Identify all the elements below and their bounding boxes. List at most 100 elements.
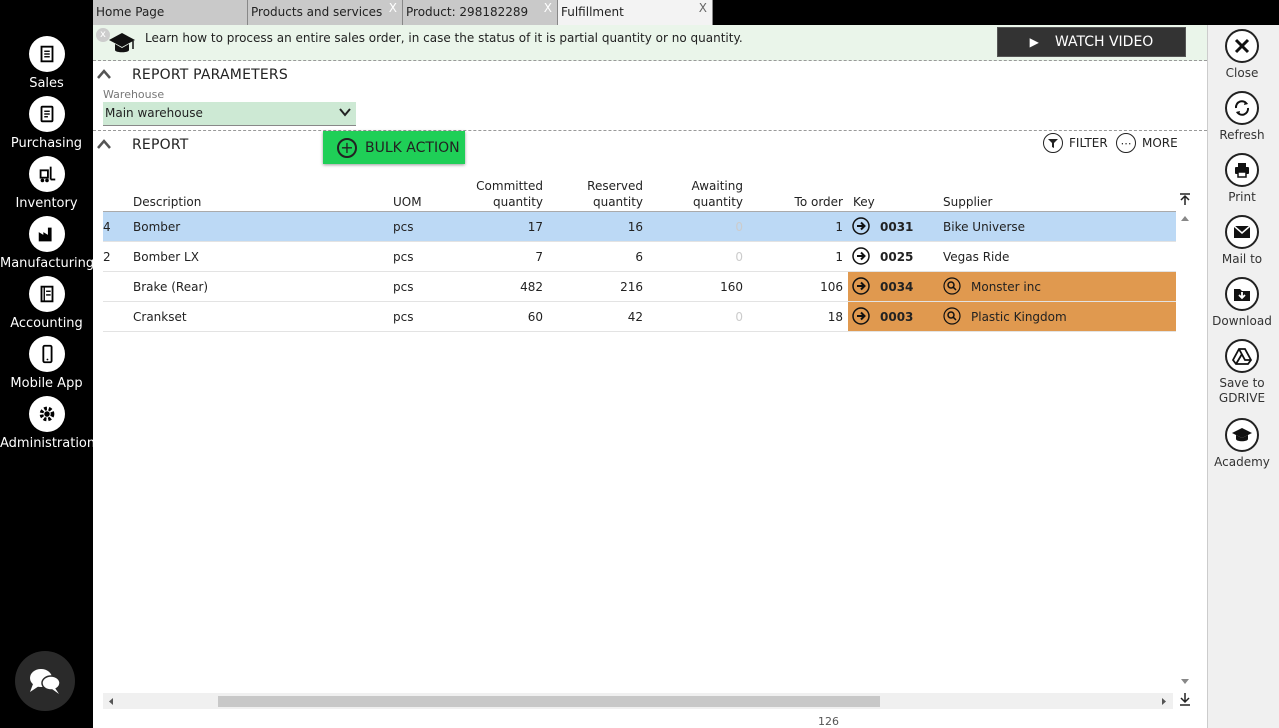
sidebar-item-label: Inventory [15, 196, 78, 211]
cell-description: Brake (Rear) [133, 280, 209, 294]
plus-icon: + [337, 137, 357, 158]
warehouse-label: Warehouse [103, 88, 165, 101]
tab-product[interactable]: Product: 298182289 X [403, 0, 558, 25]
more-button[interactable]: ⋯ MORE [1116, 133, 1178, 153]
close-button[interactable]: Close [1208, 29, 1276, 81]
vertical-scrollbar[interactable] [1178, 192, 1192, 706]
col-description[interactable]: Description [133, 194, 201, 210]
scroll-right-arrow-icon[interactable] [1161, 697, 1167, 706]
save-to-gdrive-button[interactable]: Save to GDRIVE [1208, 339, 1276, 406]
download-button[interactable]: Download [1208, 277, 1276, 329]
purchasing-doc-icon [28, 96, 65, 132]
col-reserved[interactable]: Reserved quantity [573, 178, 643, 210]
tab-close-icon[interactable]: X [544, 1, 552, 15]
cell-to-order: 1 [835, 220, 843, 234]
report-parameters-header[interactable]: REPORT PARAMETERS [93, 65, 393, 87]
sidebar: Sales Purchasing Inventory Manufacturing… [0, 0, 95, 728]
table-row[interactable]: 4 Bomber pcs 17 16 0 1 0031 Bike Univers… [103, 212, 1176, 242]
bulk-action-button[interactable]: + BULK ACTION [323, 131, 465, 164]
cell-committed: 60 [527, 310, 543, 324]
cell-supplier: Monster inc [971, 280, 1041, 294]
mail-icon [1225, 215, 1259, 249]
table-row[interactable]: 2 Bomber LX pcs 7 6 0 1 0025 Vegas Ride [103, 242, 1176, 272]
sidebar-item-inventory[interactable]: Inventory [0, 156, 93, 211]
cell-uom: pcs [393, 280, 414, 294]
col-committed-line1: Committed [476, 179, 543, 193]
tab-close-icon[interactable]: X [389, 1, 397, 15]
scroll-up-arrow-icon[interactable] [1180, 214, 1190, 222]
report-title: REPORT [132, 137, 189, 153]
filter-button[interactable]: FILTER [1043, 133, 1108, 153]
refresh-button[interactable]: Refresh [1208, 91, 1276, 143]
save-to-line2: GDRIVE [1218, 391, 1266, 405]
col-awaiting-line2: quantity [692, 195, 743, 209]
scroll-bottom-icon[interactable] [1178, 692, 1192, 708]
scroll-down-arrow-icon[interactable] [1180, 678, 1190, 686]
cell-description: Bomber LX [133, 250, 199, 264]
fulfillment-table: Description UOM Committed quantity Reser… [103, 175, 1176, 332]
search-icon[interactable] [943, 307, 961, 325]
cell-uom: pcs [393, 220, 414, 234]
cell-committed: 482 [520, 280, 543, 294]
watch-video-button[interactable]: ▶ WATCH VIDEO [997, 27, 1186, 57]
gear-icon [28, 396, 65, 432]
main-panel: x Learn how to process an entire sales o… [93, 25, 1207, 728]
cell-to-order: 106 [820, 280, 843, 294]
tab-close-icon[interactable]: X [699, 1, 707, 15]
cell-supplier: Bike Universe [943, 220, 1026, 234]
app-window: Sales Purchasing Inventory Manufacturing… [0, 0, 1279, 728]
cell-description: Bomber [133, 220, 181, 234]
cell-uom: pcs [393, 250, 414, 264]
chat-button[interactable] [15, 651, 75, 711]
mail-to-label: Mail to [1221, 252, 1263, 266]
col-awaiting[interactable]: Awaiting quantity [673, 178, 744, 210]
tab-products-and-services[interactable]: Products and services X [248, 0, 403, 25]
gdrive-icon [1225, 339, 1259, 373]
cell-supplier: Plastic Kingdom [971, 310, 1067, 324]
sidebar-item-mobile-app[interactable]: Mobile App [0, 336, 93, 391]
sidebar-item-administration[interactable]: Administration [0, 396, 95, 451]
scroll-left-arrow-icon[interactable] [108, 697, 114, 706]
chat-bubbles-icon [30, 669, 61, 694]
horizontal-scroll-thumb[interactable] [218, 696, 880, 707]
search-icon[interactable] [943, 277, 961, 295]
mail-to-button[interactable]: Mail to [1208, 215, 1276, 267]
warehouse-value: Main warehouse [105, 106, 203, 120]
table-row[interactable]: Brake (Rear) pcs 482 216 160 106 0034 Mo… [103, 272, 1176, 302]
sidebar-item-sales[interactable]: Sales [0, 36, 93, 91]
download-label: Download [1212, 314, 1272, 328]
filter-icon [1043, 133, 1063, 153]
banner-text: Learn how to process an entire sales ord… [145, 31, 743, 45]
chevron-down-icon [339, 108, 351, 117]
ledger-icon [28, 276, 65, 312]
arrow-right-circle-icon[interactable] [852, 277, 870, 295]
tab-fulfillment[interactable]: Fulfillment X [558, 0, 713, 25]
cell-description: Crankset [133, 310, 187, 324]
tab-home-page[interactable]: Home Page [93, 0, 248, 25]
horizontal-scrollbar[interactable] [103, 693, 1173, 709]
cell-key: 0025 [880, 250, 914, 264]
col-awaiting-line1: Awaiting [691, 179, 744, 193]
sidebar-item-purchasing[interactable]: Purchasing [0, 96, 93, 151]
sidebar-item-manufacturing[interactable]: Manufacturing [0, 216, 94, 271]
scroll-top-icon[interactable] [1178, 192, 1192, 206]
col-supplier[interactable]: Supplier [943, 194, 992, 210]
cell-awaiting: 0 [735, 310, 743, 324]
save-to-line1: Save to [1219, 376, 1265, 390]
arrow-right-circle-icon[interactable] [852, 217, 870, 235]
sidebar-item-accounting[interactable]: Accounting [0, 276, 93, 331]
save-to-label: Save to GDRIVE [1208, 376, 1276, 406]
warehouse-select[interactable]: Main warehouse [103, 102, 356, 126]
col-key[interactable]: Key [853, 194, 875, 210]
academy-label: Academy [1214, 455, 1270, 469]
col-uom[interactable]: UOM [393, 194, 422, 210]
table-row[interactable]: Crankset pcs 60 42 0 18 0003 Plastic Kin… [103, 302, 1176, 332]
print-button[interactable]: Print [1208, 153, 1276, 205]
arrow-right-circle-icon[interactable] [852, 247, 870, 265]
col-committed[interactable]: Committed quantity [473, 178, 543, 210]
academy-button[interactable]: Academy [1208, 418, 1276, 470]
col-to-order[interactable]: To order [773, 194, 843, 210]
refresh-icon [1225, 91, 1259, 125]
report-header[interactable]: REPORT [93, 135, 293, 157]
arrow-right-circle-icon[interactable] [852, 307, 870, 325]
